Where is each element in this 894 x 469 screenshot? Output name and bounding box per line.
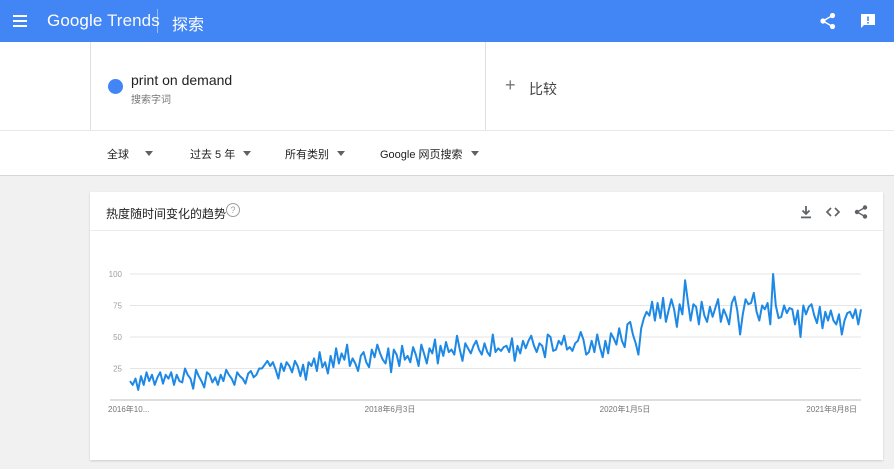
- y-tick-label: 75: [113, 302, 122, 311]
- property-filter[interactable]: Google 网页搜索: [380, 146, 479, 162]
- category-filter[interactable]: 所有类别: [285, 146, 345, 162]
- x-tick-label: 2021年8月8日: [806, 404, 857, 414]
- page-title: 探索: [172, 17, 205, 34]
- interest-over-time-card: 热度随时间变化的趋势 ? 100 75 50 25 2016年10... 2018年6月3…: [90, 192, 883, 460]
- menu-icon[interactable]: [12, 12, 30, 30]
- time-filter[interactable]: 过去 5 年: [190, 146, 252, 162]
- share-icon[interactable]: [853, 204, 869, 220]
- embed-code-icon[interactable]: [825, 204, 841, 220]
- search-terms-bar: print on demand 搜索字词 + 比较: [0, 42, 894, 130]
- chevron-down-icon: [337, 151, 345, 156]
- chevron-down-icon: [145, 151, 153, 156]
- y-tick-label: 100: [109, 270, 123, 279]
- x-tick-label: 2016年10...: [108, 404, 149, 414]
- card-title: 热度随时间变化的趋势: [106, 207, 227, 221]
- search-term-card[interactable]: print on demand 搜索字词: [90, 42, 486, 130]
- search-term-type: 搜索字词: [131, 95, 171, 106]
- time-filter-label: 过去 5 年: [190, 149, 236, 161]
- filter-bar: 全球 过去 5 年 所有类别 Google 网页搜索: [0, 130, 894, 176]
- category-filter-label: 所有类别: [285, 149, 329, 161]
- y-tick-label: 25: [113, 365, 122, 374]
- header-divider: [157, 9, 158, 33]
- google-trends-logo[interactable]: Google Trends: [47, 11, 160, 31]
- help-icon[interactable]: ?: [226, 203, 240, 217]
- share-icon[interactable]: [818, 11, 838, 31]
- download-icon[interactable]: [798, 204, 814, 220]
- x-tick-label: 2018年6月3日: [365, 404, 416, 414]
- logo-trends-text: Trends: [106, 11, 160, 30]
- plus-icon: +: [505, 75, 516, 95]
- trend-line-chart: 100 75 50 25 2016年10... 2018年6月3日 2020年1月5日 202…: [108, 270, 862, 414]
- compare-label: 比较: [529, 81, 557, 97]
- x-tick-label: 2020年1月5日: [600, 404, 651, 414]
- compare-button[interactable]: + 比较: [487, 42, 883, 130]
- search-term: print on demand: [131, 72, 233, 88]
- y-tick-label: 50: [113, 333, 122, 342]
- series-line[interactable]: [129, 273, 862, 391]
- property-filter-label: Google 网页搜索: [380, 149, 463, 161]
- region-filter-label: 全球: [107, 149, 129, 161]
- term-color-dot: [108, 79, 123, 94]
- region-filter[interactable]: 全球: [107, 146, 153, 162]
- feedback-icon[interactable]: [858, 11, 878, 31]
- logo-google-text: Google: [47, 11, 103, 30]
- top-app-bar: Google Trends 探索: [0, 0, 894, 42]
- chevron-down-icon: [470, 151, 479, 156]
- card-divider: [90, 230, 883, 231]
- chevron-down-icon: [243, 151, 252, 156]
